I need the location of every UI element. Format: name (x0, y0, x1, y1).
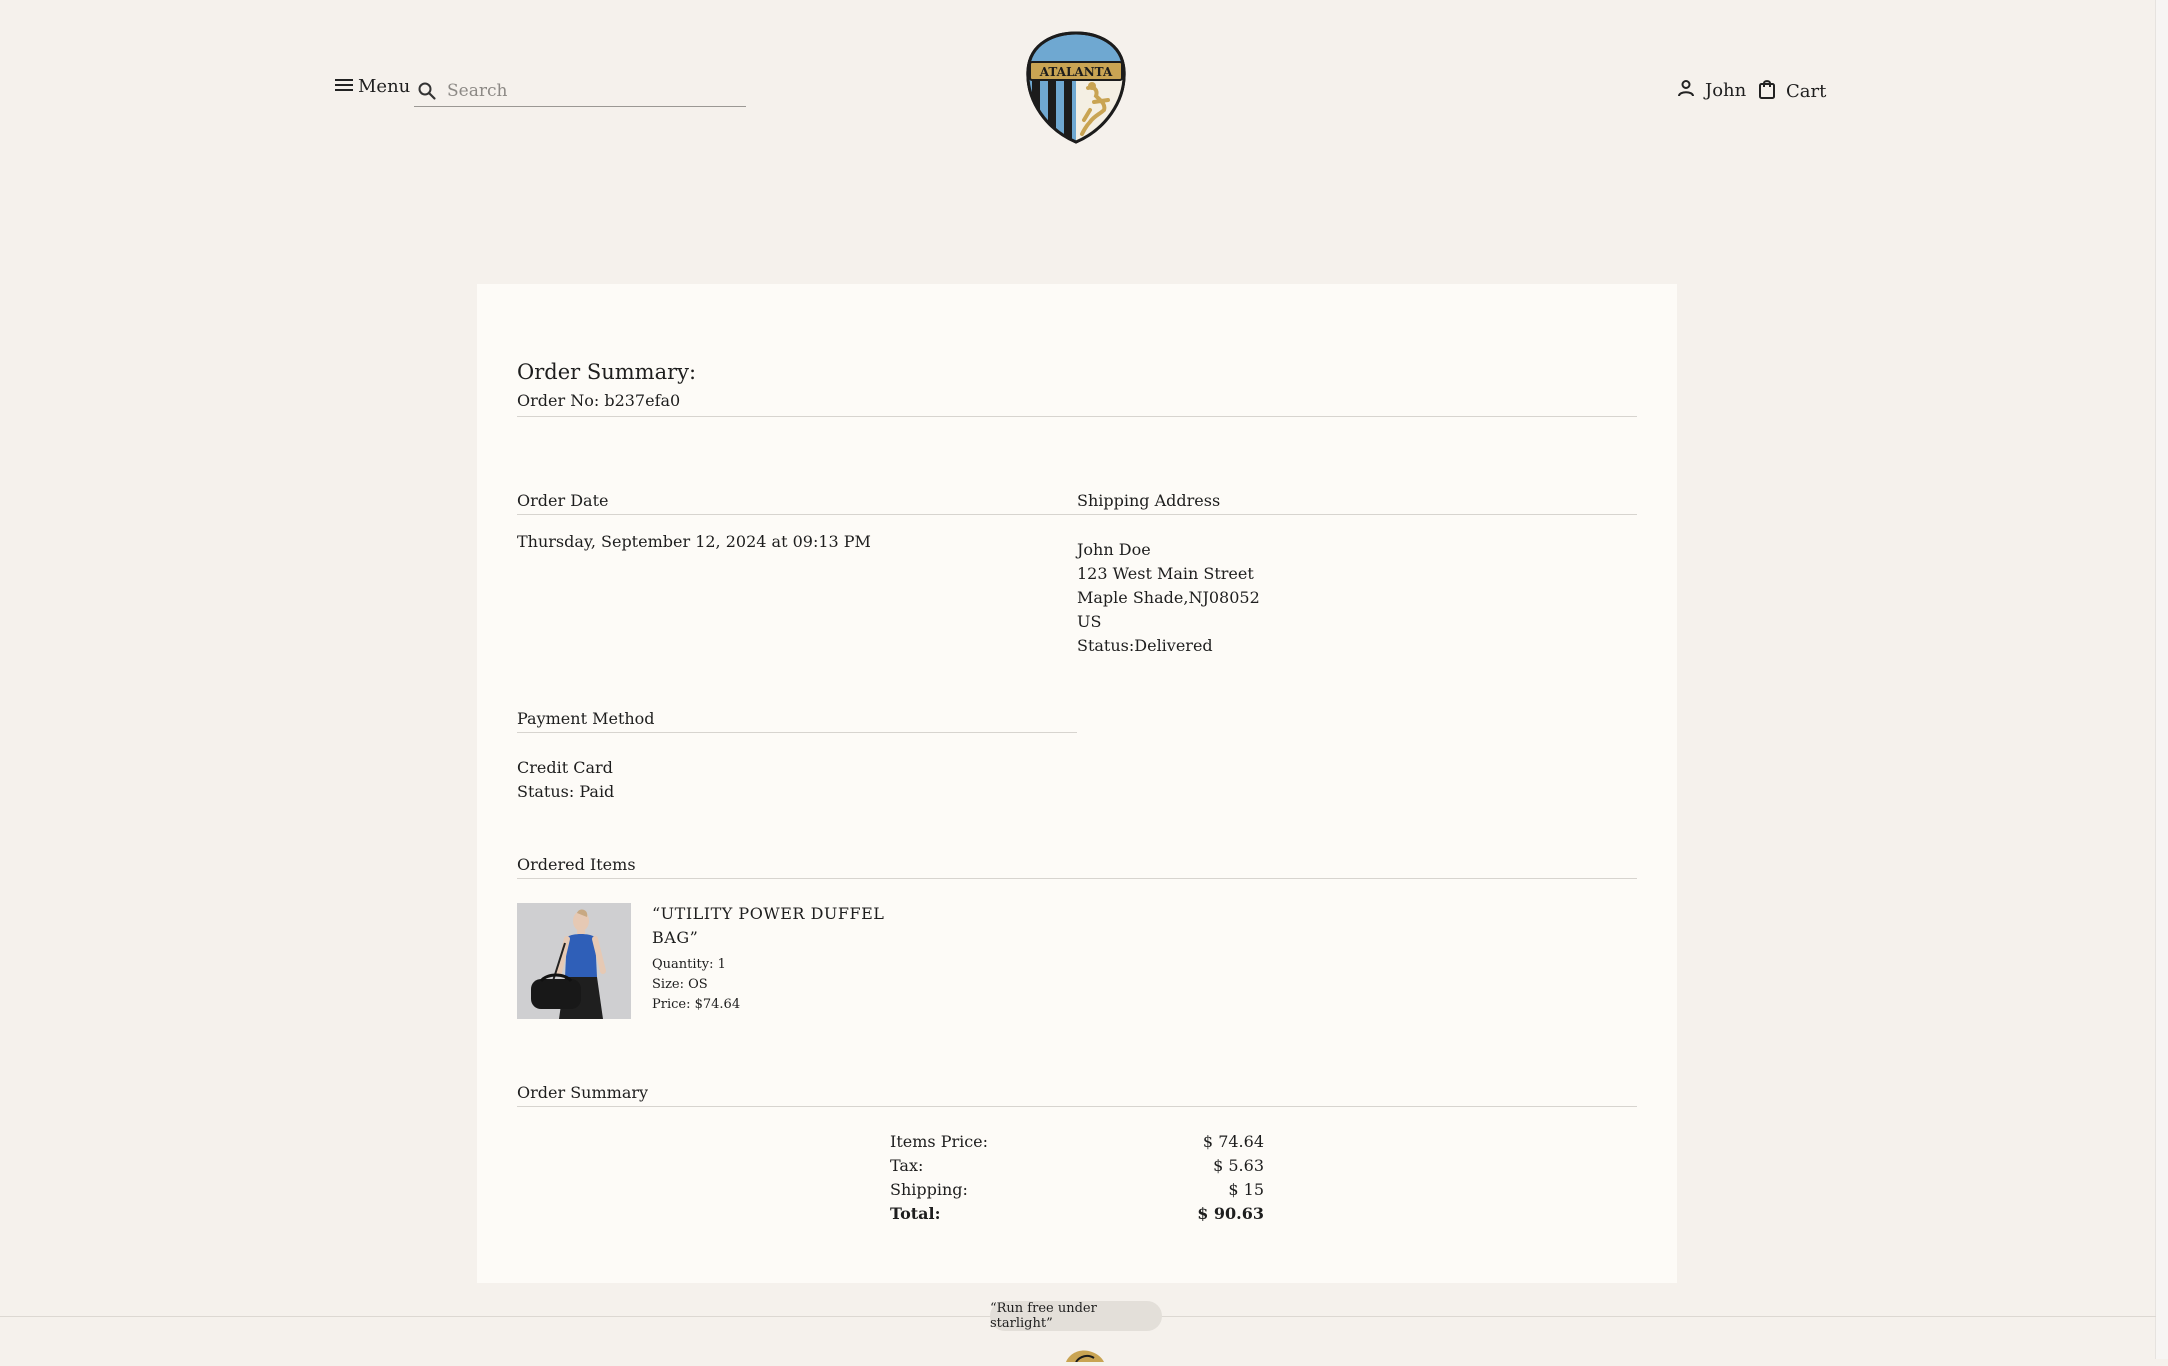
divider (517, 878, 1637, 879)
shipping-country: US (1077, 612, 1102, 631)
footer-tagline: “Run free under starlight” (990, 1301, 1162, 1331)
order-date-heading: Order Date (517, 491, 609, 510)
summary-label: Items Price: (890, 1132, 989, 1151)
search-icon (417, 81, 437, 105)
order-date-value: Thursday, September 12, 2024 at 09:13 PM (517, 532, 871, 551)
summary-row-tax: Tax: $ 5.63 (890, 1156, 1264, 1175)
product-size: Size: OS (652, 977, 708, 992)
summary-value: $ 15 (1228, 1180, 1264, 1199)
payment-method-heading: Payment Method (517, 709, 655, 728)
cart-link[interactable]: Cart (1758, 79, 1826, 104)
product-image[interactable] (517, 903, 631, 1019)
shipping-street: 123 West Main Street (1077, 564, 1254, 583)
order-summary-card: Order Summary: Order No: b237efa0 Order … (477, 284, 1677, 1283)
summary-value: $ 74.64 (1202, 1132, 1264, 1151)
shopping-bag-icon (1758, 79, 1776, 104)
order-number: Order No: b237efa0 (517, 391, 681, 410)
summary-row-items-price: Items Price: $ 74.64 (890, 1132, 1264, 1151)
payment-status: Status: Paid (517, 782, 615, 801)
summary-label: Shipping: (890, 1180, 968, 1199)
summary-label: Total: (890, 1204, 941, 1223)
summary-value: $ 90.63 (1197, 1204, 1264, 1223)
divider (517, 732, 1077, 733)
shipping-name: John Doe (1077, 540, 1151, 559)
shipping-status: Status:Delivered (1077, 636, 1213, 655)
account-link[interactable]: John (1677, 79, 1746, 102)
shipping-city: Maple Shade,NJ08052 (1077, 588, 1260, 607)
product-name[interactable]: “UTILITY POWER DUFFEL BAG” (652, 902, 902, 950)
user-icon (1677, 79, 1695, 102)
menu-button[interactable]: Menu (334, 76, 410, 97)
page-title: Order Summary: (517, 360, 697, 384)
summary-value: $ 5.63 (1213, 1156, 1264, 1175)
summary-label: Tax: (890, 1156, 924, 1175)
atalanta-logo[interactable]: ATALANTA (1024, 30, 1128, 146)
summary-row-shipping: Shipping: $ 15 (890, 1180, 1264, 1199)
divider (517, 1106, 1637, 1107)
user-name: John (1705, 80, 1747, 101)
divider (517, 416, 1637, 417)
shipping-address-heading: Shipping Address (1077, 491, 1221, 510)
hamburger-icon (334, 77, 354, 97)
ordered-items-heading: Ordered Items (517, 855, 636, 874)
logo-text: ATALANTA (1039, 65, 1113, 79)
site-header: Menu Search ATALANTA John Cart (0, 0, 2156, 170)
payment-method-value: Credit Card (517, 758, 613, 777)
divider (517, 514, 1077, 515)
divider (1077, 514, 1637, 515)
search-input[interactable]: Search (447, 81, 507, 101)
menu-label: Menu (358, 76, 411, 97)
summary-row-total: Total: $ 90.63 (890, 1204, 1264, 1223)
scrollbar[interactable] (2155, 0, 2168, 1359)
product-quantity: Quantity: 1 (652, 957, 726, 972)
search-field[interactable]: Search (414, 76, 746, 107)
product-price: Price: $74.64 (652, 997, 741, 1012)
order-summary-heading: Order Summary (517, 1083, 649, 1102)
cart-label: Cart (1786, 81, 1827, 102)
